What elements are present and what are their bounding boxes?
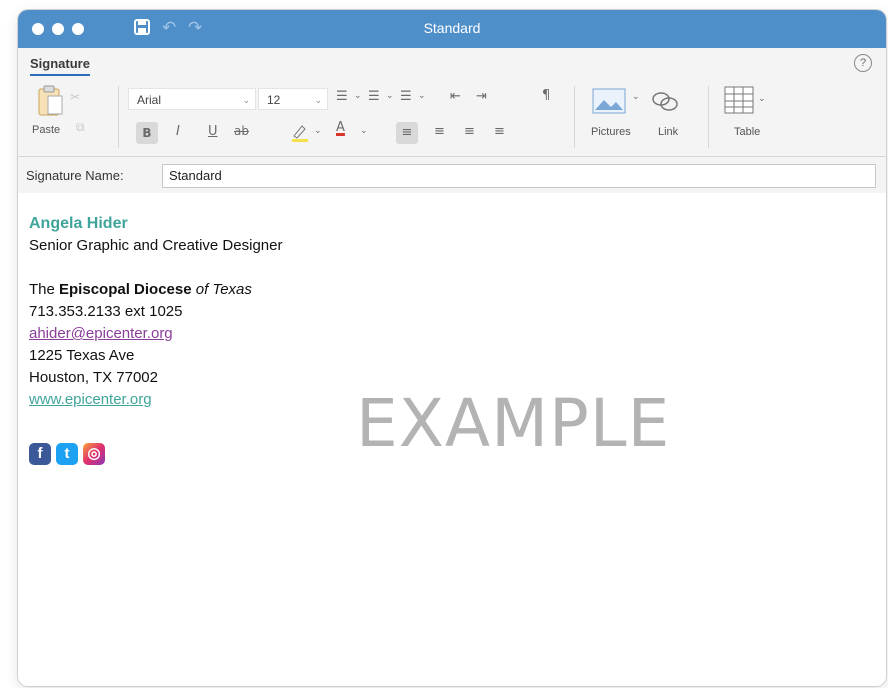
signature-phone: 713.353.2133 ext 1025	[29, 303, 183, 320]
signature-website-link[interactable]: www.epicenter.org	[29, 391, 152, 408]
example-watermark: EXAMPLE	[356, 385, 671, 462]
link-label[interactable]: Link	[658, 126, 678, 138]
align-right-icon[interactable]: ≡	[464, 124, 475, 139]
org-italic: of Texas	[191, 281, 252, 298]
chevron-down-icon[interactable]: ⌄	[418, 91, 426, 101]
chevron-down-icon: ⌄	[314, 95, 322, 105]
signature-person-name: Angela Hider	[29, 215, 128, 232]
paste-icon[interactable]	[36, 84, 64, 122]
italic-button[interactable]: I	[176, 124, 180, 139]
ribbon-tab-bar: Signature ?	[18, 48, 886, 77]
chevron-down-icon[interactable]: ⌄	[386, 91, 394, 101]
signature-name-bar: Signature Name: Standard	[18, 157, 886, 194]
social-icons: f t ◎	[29, 443, 110, 465]
pilcrow-icon[interactable]: ¶	[542, 88, 550, 103]
signature-organization: The Episcopal Diocese of Texas	[29, 279, 282, 301]
pictures-icon[interactable]	[592, 88, 626, 118]
link-icon[interactable]	[650, 88, 680, 118]
numbering-icon[interactable]: ☰	[368, 89, 380, 104]
title-bar: ↶ ↷ Standard	[18, 10, 886, 48]
align-left-icon[interactable]: ≡	[396, 122, 418, 144]
signature-address-line2: Houston, TX 77002	[29, 369, 158, 386]
increase-indent-icon[interactable]: ⇥	[476, 89, 487, 104]
signature-address-line1: 1225 Texas Ave	[29, 347, 135, 364]
instagram-icon[interactable]: ◎	[83, 443, 105, 465]
font-name-value: Arial	[137, 93, 162, 107]
org-bold: Episcopal Diocese	[59, 281, 192, 298]
chevron-down-icon[interactable]: ⌄	[314, 126, 322, 136]
signature-content[interactable]: Angela Hider Senior Graphic and Creative…	[29, 213, 282, 411]
chevron-down-icon[interactable]: ⌄	[354, 91, 362, 101]
signature-name-label: Signature Name:	[26, 168, 124, 183]
strikethrough-button[interactable]: ab	[234, 124, 249, 138]
justify-icon[interactable]: ≡	[494, 124, 505, 139]
align-center-icon[interactable]: ≡	[434, 124, 445, 139]
signature-editor[interactable]: Angela Hider Senior Graphic and Creative…	[18, 193, 886, 686]
window-title: Standard	[423, 20, 481, 36]
signature-email-link[interactable]: ahider@epicenter.org	[29, 325, 173, 342]
font-name-select[interactable]: Arial ⌄	[128, 88, 256, 110]
tab-signature[interactable]: Signature	[30, 56, 90, 77]
font-size-select[interactable]: 12 ⌄	[258, 88, 328, 110]
chevron-down-icon[interactable]: ⌄	[758, 94, 766, 104]
bullets-icon[interactable]: ☰	[336, 89, 348, 104]
signature-editor-window: ↶ ↷ Standard Signature ? ✂ ⧉ Paste Arial…	[18, 10, 886, 686]
facebook-icon[interactable]: f	[29, 443, 51, 465]
underline-button[interactable]: U	[208, 124, 218, 139]
help-icon[interactable]: ?	[854, 54, 872, 72]
chevron-down-icon[interactable]: ⌄	[360, 126, 368, 136]
chevron-down-icon: ⌄	[242, 95, 250, 105]
table-label[interactable]: Table	[734, 126, 760, 138]
signature-job-title: Senior Graphic and Creative Designer	[29, 237, 283, 254]
twitter-icon[interactable]: t	[56, 443, 78, 465]
multilevel-list-icon[interactable]: ☰	[400, 89, 412, 104]
chevron-down-icon[interactable]: ⌄	[632, 92, 640, 102]
font-color-button[interactable]: A	[336, 120, 345, 135]
copy-icon[interactable]: ⧉	[76, 120, 85, 135]
org-prefix: The	[29, 281, 60, 298]
paste-label[interactable]: Paste	[32, 124, 60, 136]
pictures-label[interactable]: Pictures	[591, 126, 631, 138]
font-size-value: 12	[267, 93, 281, 107]
highlight-icon[interactable]	[290, 122, 310, 146]
decrease-indent-icon[interactable]: ⇤	[450, 89, 461, 104]
signature-name-input[interactable]: Standard	[162, 164, 876, 188]
table-icon[interactable]	[724, 86, 754, 118]
cut-icon[interactable]: ✂	[70, 90, 80, 104]
ribbon-toolbar: ✂ ⧉ Paste Arial ⌄ 12 ⌄ ☰ ⌄ ☰ ⌄ ☰ ⌄ ⇤ ⇥ ¶ B…	[18, 76, 886, 157]
bold-button[interactable]: B	[136, 122, 158, 144]
